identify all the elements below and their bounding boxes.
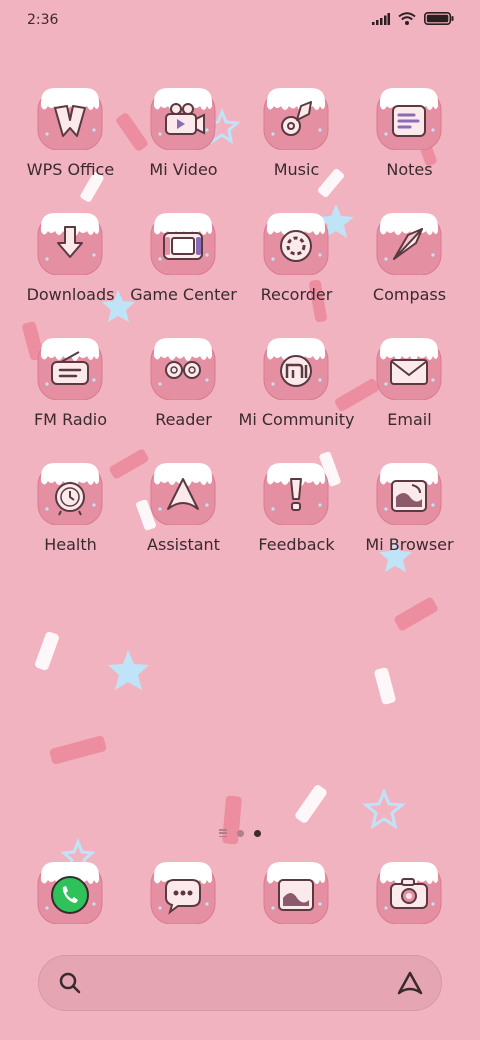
app-assistant[interactable]: Assistant	[127, 457, 240, 582]
messages-icon	[150, 861, 216, 924]
app-fm-radio[interactable]: FM Radio	[14, 332, 127, 457]
app-compass[interactable]: Compass	[353, 207, 466, 332]
mi-browser-icon	[376, 462, 442, 525]
compass-icon	[376, 212, 442, 275]
camera-icon	[376, 861, 442, 924]
feedback-icon	[263, 462, 329, 525]
app-downloads[interactable]: Downloads	[14, 207, 127, 332]
status-icons	[372, 12, 454, 25]
app-recorder[interactable]: Recorder	[240, 207, 353, 332]
search-icon	[59, 972, 81, 994]
search-bar[interactable]	[38, 955, 442, 1011]
page-indicator[interactable]	[0, 829, 480, 837]
app-game-center[interactable]: Game Center	[127, 207, 240, 332]
signal-icon	[372, 12, 390, 25]
battery-icon	[424, 12, 454, 25]
music-icon	[263, 87, 329, 150]
page-dot-active	[254, 829, 261, 837]
app-email[interactable]: Email	[353, 332, 466, 457]
phone-icon	[37, 861, 103, 924]
health-icon	[37, 462, 103, 525]
reader-icon	[150, 337, 216, 400]
mi-video-icon	[150, 87, 216, 150]
app-label: Mi Browser	[365, 535, 454, 554]
page-dot	[237, 829, 244, 837]
dock-camera[interactable]	[353, 856, 466, 936]
app-reader[interactable]: Reader	[127, 332, 240, 457]
wps-office-icon	[37, 87, 103, 150]
app-label: Email	[387, 410, 432, 429]
gallery-icon	[263, 861, 329, 924]
game-center-icon	[150, 212, 216, 275]
status-time: 2:36	[27, 12, 59, 28]
dock-phone[interactable]	[14, 856, 127, 936]
app-row: Health Assistant Feedback Mi Browser	[0, 457, 480, 582]
app-feedback[interactable]: Feedback	[240, 457, 353, 582]
assistant-icon	[150, 462, 216, 525]
app-row: WPS Office Mi Video Music Notes	[0, 82, 480, 207]
notes-icon	[376, 87, 442, 150]
downloads-icon	[37, 212, 103, 275]
app-health[interactable]: Health	[14, 457, 127, 582]
app-label: Notes	[386, 160, 433, 179]
mi-community-icon	[263, 337, 329, 400]
app-row: Downloads Game Center Recorder Compass	[0, 207, 480, 332]
app-grid: WPS Office Mi Video Music Notes Download…	[0, 82, 480, 582]
fm-radio-icon	[37, 337, 103, 400]
wifi-icon	[398, 12, 416, 25]
app-label: Compass	[372, 285, 447, 304]
app-mi-community[interactable]: Mi Community	[239, 332, 354, 457]
app-notes[interactable]: Notes	[353, 82, 466, 207]
email-icon	[376, 337, 442, 400]
app-wps-office[interactable]: WPS Office	[14, 82, 127, 207]
status-bar: 2:36	[0, 0, 480, 44]
app-drawer-indicator-icon	[219, 829, 227, 837]
app-row: FM Radio Reader Mi Community Email	[0, 332, 480, 457]
dock-messages[interactable]	[127, 856, 240, 936]
app-mi-browser[interactable]: Mi Browser	[353, 457, 466, 582]
recorder-icon	[263, 212, 329, 275]
app-mi-video[interactable]: Mi Video	[127, 82, 240, 207]
dock-gallery[interactable]	[240, 856, 353, 936]
assistant-icon[interactable]	[396, 970, 424, 996]
dock	[0, 856, 480, 936]
app-music[interactable]: Music	[240, 82, 353, 207]
